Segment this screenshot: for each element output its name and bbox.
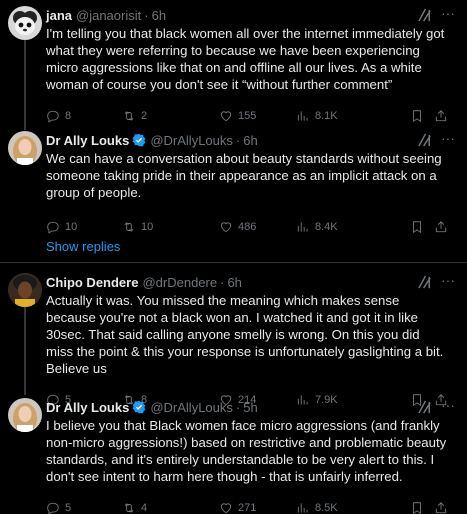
share-icon — [435, 502, 447, 514]
grok-icon[interactable] — [418, 8, 433, 22]
display-name[interactable]: jana — [46, 8, 72, 23]
display-name[interactable]: Chipo Dendere — [46, 275, 138, 290]
timestamp[interactable]: 5h — [243, 400, 257, 415]
tweet-actions: 5 4 271 8.5K — [46, 499, 453, 514]
avatar-image — [8, 6, 42, 40]
share-icon — [435, 221, 447, 233]
bookmark-icon — [413, 502, 421, 514]
retweet-icon — [124, 111, 134, 121]
avatar-image — [8, 398, 42, 432]
tweet-actions: 10 10 486 8.4K — [46, 218, 453, 236]
username[interactable]: @janaorisit — [76, 8, 141, 23]
retweet-icon — [124, 222, 134, 232]
retweet-count: 4 — [141, 502, 148, 514]
tweet-actions: 8 2 155 8.1K — [46, 107, 453, 125]
show-replies-link[interactable]: Show replies — [46, 239, 120, 254]
reply-icon — [47, 110, 59, 123]
views-icon — [297, 503, 308, 513]
reply-button[interactable]: 5 — [46, 501, 71, 514]
verified-badge-icon[interactable] — [132, 400, 146, 414]
tweet-text: We can have a conversation about beauty … — [46, 151, 442, 200]
views-icon — [297, 222, 308, 232]
tweet[interactable]: Dr Ally Louks @DrAllyLouks · 5h ··· I be… — [0, 398, 467, 514]
username[interactable]: @DrAllyLouks — [150, 400, 233, 415]
separator-dot: · — [220, 274, 225, 290]
retweet-icon — [124, 503, 134, 513]
tweet-header: Dr Ally Louks @DrAllyLouks · 5h — [46, 398, 453, 416]
heart-icon — [220, 111, 232, 122]
username[interactable]: @drDendere — [142, 275, 217, 290]
like-count: 271 — [238, 502, 257, 514]
avatar-image — [8, 273, 42, 307]
timestamp[interactable]: 6h — [243, 133, 257, 148]
verified-badge-icon[interactable] — [132, 133, 146, 147]
reply-icon — [47, 502, 59, 514]
separator-dot: · — [144, 7, 149, 23]
reply-button[interactable]: 8 — [46, 109, 71, 123]
reply-count: 5 — [65, 502, 72, 514]
retweet-button[interactable]: 2 — [122, 109, 147, 123]
retweet-count: 2 — [141, 110, 148, 122]
more-options-icon[interactable]: ··· — [441, 6, 455, 20]
display-name[interactable]: Dr Ally Louks — [46, 400, 129, 415]
tweet-text: Actually it was. You missed the meaning … — [46, 293, 444, 376]
separator-dot: · — [235, 132, 241, 148]
tweet[interactable]: Chipo Dendere @drDendere · 6h ··· Actual… — [0, 273, 467, 409]
tweet[interactable]: jana @janaorisit · 6h ··· I'm telling yo… — [0, 6, 467, 125]
divider — [0, 262, 467, 263]
views-count: 8.1K — [315, 110, 338, 122]
views-button[interactable]: 8.5K — [296, 501, 338, 514]
views-button[interactable]: 8.4K — [296, 220, 338, 234]
tweet-text: I'm telling you that black women all ove… — [46, 26, 445, 92]
timestamp[interactable]: 6h — [152, 8, 166, 23]
like-count: 155 — [238, 110, 257, 122]
grok-icon[interactable] — [418, 133, 433, 147]
timestamp[interactable]: 6h — [227, 275, 241, 290]
tweet-header: Chipo Dendere @drDendere · 6h — [46, 273, 453, 291]
views-count: 8.5K — [315, 502, 338, 514]
bookmark-icon — [413, 221, 421, 234]
bookmark-button[interactable] — [410, 501, 424, 514]
grok-icon[interactable] — [418, 275, 433, 289]
separator-dot: · — [235, 399, 241, 415]
reply-button[interactable]: 10 — [46, 220, 77, 234]
views-icon — [297, 111, 308, 121]
like-button[interactable]: 271 — [219, 501, 256, 514]
tweet-header: jana @janaorisit · 6h — [46, 6, 453, 24]
bookmark-button[interactable] — [410, 109, 424, 123]
more-options-icon[interactable]: ··· — [441, 398, 455, 412]
more-options-icon[interactable]: ··· — [441, 273, 455, 287]
share-button[interactable] — [434, 220, 448, 234]
reply-count: 8 — [65, 110, 72, 122]
grok-icon[interactable] — [418, 400, 433, 414]
share-button[interactable] — [434, 109, 448, 123]
share-button[interactable] — [434, 501, 448, 514]
bookmark-button[interactable] — [410, 220, 424, 234]
like-count: 486 — [238, 221, 257, 233]
tweet-header: Dr Ally Louks @DrAllyLouks · 6h — [46, 131, 453, 149]
reply-icon — [47, 221, 59, 234]
avatar[interactable] — [8, 131, 42, 165]
views-count: 8.4K — [315, 221, 338, 233]
display-name[interactable]: Dr Ally Louks — [46, 133, 129, 148]
heart-icon — [220, 222, 232, 233]
like-button[interactable]: 155 — [219, 109, 256, 123]
tweet-text: I believe you that Black women face micr… — [46, 418, 447, 484]
heart-icon — [220, 503, 232, 514]
reply-count: 10 — [65, 221, 78, 233]
retweet-button[interactable]: 4 — [122, 501, 147, 514]
avatar[interactable] — [8, 398, 42, 432]
avatar-image — [8, 131, 42, 165]
avatar[interactable] — [8, 273, 42, 307]
like-button[interactable]: 486 — [219, 220, 256, 234]
retweet-button[interactable]: 10 — [122, 220, 153, 234]
views-button[interactable]: 8.1K — [296, 109, 338, 123]
retweet-count: 10 — [141, 221, 154, 233]
bookmark-icon — [413, 110, 421, 123]
share-icon — [435, 110, 447, 122]
more-options-icon[interactable]: ··· — [441, 131, 455, 145]
username[interactable]: @DrAllyLouks — [150, 133, 233, 148]
tweet[interactable]: Dr Ally Louks @DrAllyLouks · 6h ··· We c… — [0, 131, 467, 236]
avatar[interactable] — [8, 6, 42, 40]
